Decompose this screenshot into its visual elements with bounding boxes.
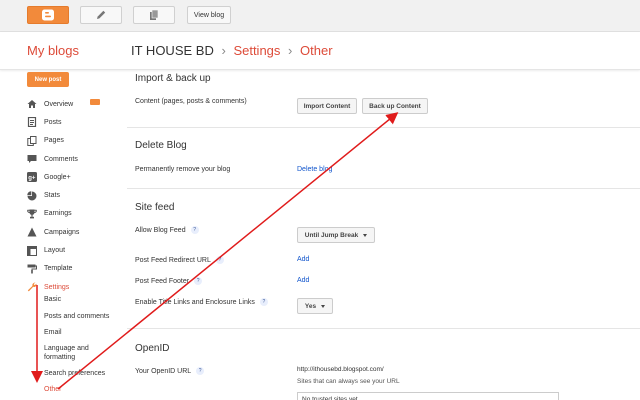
allow-blog-feed-value: Until Jump Break: [304, 231, 359, 239]
sidebar-item-overview[interactable]: Overview: [27, 95, 127, 113]
home-icon: [27, 100, 37, 109]
megaphone-badge-icon: [90, 99, 100, 105]
svg-text:g+: g+: [28, 176, 36, 182]
openid-url-label: Your OpenID URL?: [135, 367, 205, 375]
sidebar-item-label: Posts: [44, 118, 62, 126]
sidebar-item-label: Pages: [44, 137, 64, 145]
settings-content: Import & back up Content (pages, posts &…: [127, 70, 640, 400]
sidebar-item-label: Template: [44, 265, 73, 273]
sidebar-nav: Overview Posts Pages Comments g+ Google+…: [27, 95, 127, 296]
help-icon[interactable]: ?: [259, 298, 268, 306]
help-icon[interactable]: ?: [215, 256, 224, 264]
help-icon[interactable]: ?: [196, 367, 205, 375]
settings-sub-basic[interactable]: Basic: [44, 296, 61, 303]
my-blogs-link[interactable]: My blogs: [27, 43, 79, 58]
new-post-button[interactable]: New post: [27, 72, 69, 87]
breadcrumb-other: Other: [300, 43, 333, 58]
breadcrumb: IT HOUSE BD › Settings › Other: [131, 43, 333, 58]
trophy-icon: [27, 209, 37, 219]
sidebar-item-campaigns[interactable]: Campaigns: [27, 223, 127, 241]
section-divider: [127, 188, 640, 189]
section-divider: [127, 328, 640, 329]
posts-icon: [27, 117, 37, 128]
site-feed-title: Site feed: [135, 202, 175, 213]
sidebar-item-label: Campaigns: [44, 228, 80, 236]
post-feed-footer-label: Post Feed Footer?: [135, 277, 203, 285]
view-blog-button[interactable]: View blog: [187, 6, 231, 24]
sidebar-item-label: Settings: [44, 283, 70, 291]
blogger-icon: [42, 9, 54, 21]
sidebar-item-label: Layout: [44, 247, 66, 255]
enclosure-links-label: Enable Title Links and Enclosure Links?: [135, 298, 268, 306]
sidebar-item-label: Earnings: [44, 210, 72, 218]
breadcrumb-settings[interactable]: Settings: [233, 43, 280, 58]
delete-blog-label: Permanently remove your blog: [135, 166, 231, 173]
settings-sub-language[interactable]: Language and: [44, 345, 89, 352]
delete-blog-link[interactable]: Delete blog: [297, 166, 332, 173]
enclosure-links-value: Yes: [304, 302, 317, 310]
google-plus-icon: g+: [27, 172, 37, 183]
allow-blog-feed-dropdown[interactable]: Until Jump Break: [297, 227, 375, 243]
delete-blog-title: Delete Blog: [135, 140, 187, 151]
chevron-down-icon: [363, 233, 368, 237]
content-label: Content (pages, posts & comments): [135, 98, 247, 105]
stats-icon: [27, 190, 37, 201]
pencil-icon: [97, 10, 106, 19]
settings-sub-formatting[interactable]: formatting: [44, 354, 75, 361]
blog-name[interactable]: IT HOUSE BD: [131, 43, 214, 58]
sidebar-item-template[interactable]: Template: [27, 260, 127, 278]
section-divider: [127, 127, 640, 128]
sidebar-item-google-plus[interactable]: g+ Google+: [27, 168, 127, 186]
page-header: My blogs IT HOUSE BD › Settings › Other: [0, 32, 640, 70]
trusted-sites-label: Sites that can always see your URL: [297, 378, 400, 385]
sidebar-item-settings[interactable]: Settings: [27, 278, 127, 296]
allow-blog-feed-text: Allow Blog Feed: [135, 226, 186, 234]
back-up-content-button[interactable]: Back up Content: [362, 98, 428, 114]
settings-sub-email[interactable]: Email: [44, 329, 62, 336]
sidebar-item-posts[interactable]: Posts: [27, 113, 127, 131]
posts-list-toolbar-button[interactable]: [133, 6, 175, 24]
import-content-button[interactable]: Import Content: [297, 98, 357, 114]
openid-url-value: http://ithousebd.blogspot.com/: [297, 366, 384, 373]
sidebar-item-earnings[interactable]: Earnings: [27, 205, 127, 223]
pages-icon: [27, 135, 37, 146]
post-feed-footer-text: Post Feed Footer: [135, 277, 190, 285]
help-icon[interactable]: ?: [190, 226, 199, 234]
sidebar-item-label: Google+: [44, 173, 71, 181]
sidebar-item-stats[interactable]: Stats: [27, 186, 127, 204]
sidebar-item-layout[interactable]: Layout: [27, 241, 127, 259]
post-feed-redirect-text: Post Feed Redirect URL: [135, 256, 211, 264]
chevron-down-icon: [321, 304, 326, 308]
enclosure-links-text: Enable Title Links and Enclosure Links: [135, 298, 255, 306]
post-feed-redirect-add-link[interactable]: Add: [297, 256, 309, 263]
settings-sub-posts-comments[interactable]: Posts and comments: [44, 313, 109, 320]
pages-icon: [150, 9, 159, 20]
sidebar-item-pages[interactable]: Pages: [27, 132, 127, 150]
comments-icon: [27, 155, 37, 164]
import-backup-title: Import & back up: [135, 73, 211, 84]
trusted-sites-list: No trusted sites yet: [297, 392, 559, 400]
top-toolbar: View blog: [0, 0, 640, 32]
blogger-home-button[interactable]: [27, 6, 69, 24]
paint-roller-icon: [27, 264, 37, 274]
help-icon[interactable]: ?: [194, 277, 203, 285]
sidebar-item-label: Comments: [44, 155, 78, 163]
layout-icon: [27, 245, 37, 256]
megaphone-icon: [27, 227, 37, 237]
post-feed-redirect-label: Post Feed Redirect URL?: [135, 256, 224, 264]
settings-sub-other[interactable]: Other: [44, 386, 62, 393]
breadcrumb-separator: ›: [288, 43, 293, 58]
breadcrumb-separator: ›: [221, 43, 226, 58]
wrench-icon: [27, 282, 37, 292]
settings-sub-search-preferences[interactable]: Search preferences: [44, 370, 105, 377]
openid-url-text: Your OpenID URL: [135, 367, 192, 375]
new-post-toolbar-button[interactable]: [80, 6, 122, 24]
post-feed-footer-add-link[interactable]: Add: [297, 277, 309, 284]
sidebar-item-label: Overview: [44, 100, 74, 108]
enclosure-links-dropdown[interactable]: Yes: [297, 298, 333, 314]
allow-blog-feed-label: Allow Blog Feed?: [135, 226, 199, 234]
sidebar-item-comments[interactable]: Comments: [27, 150, 127, 168]
sidebar-item-label: Stats: [44, 192, 60, 200]
openid-title: OpenID: [135, 343, 170, 354]
